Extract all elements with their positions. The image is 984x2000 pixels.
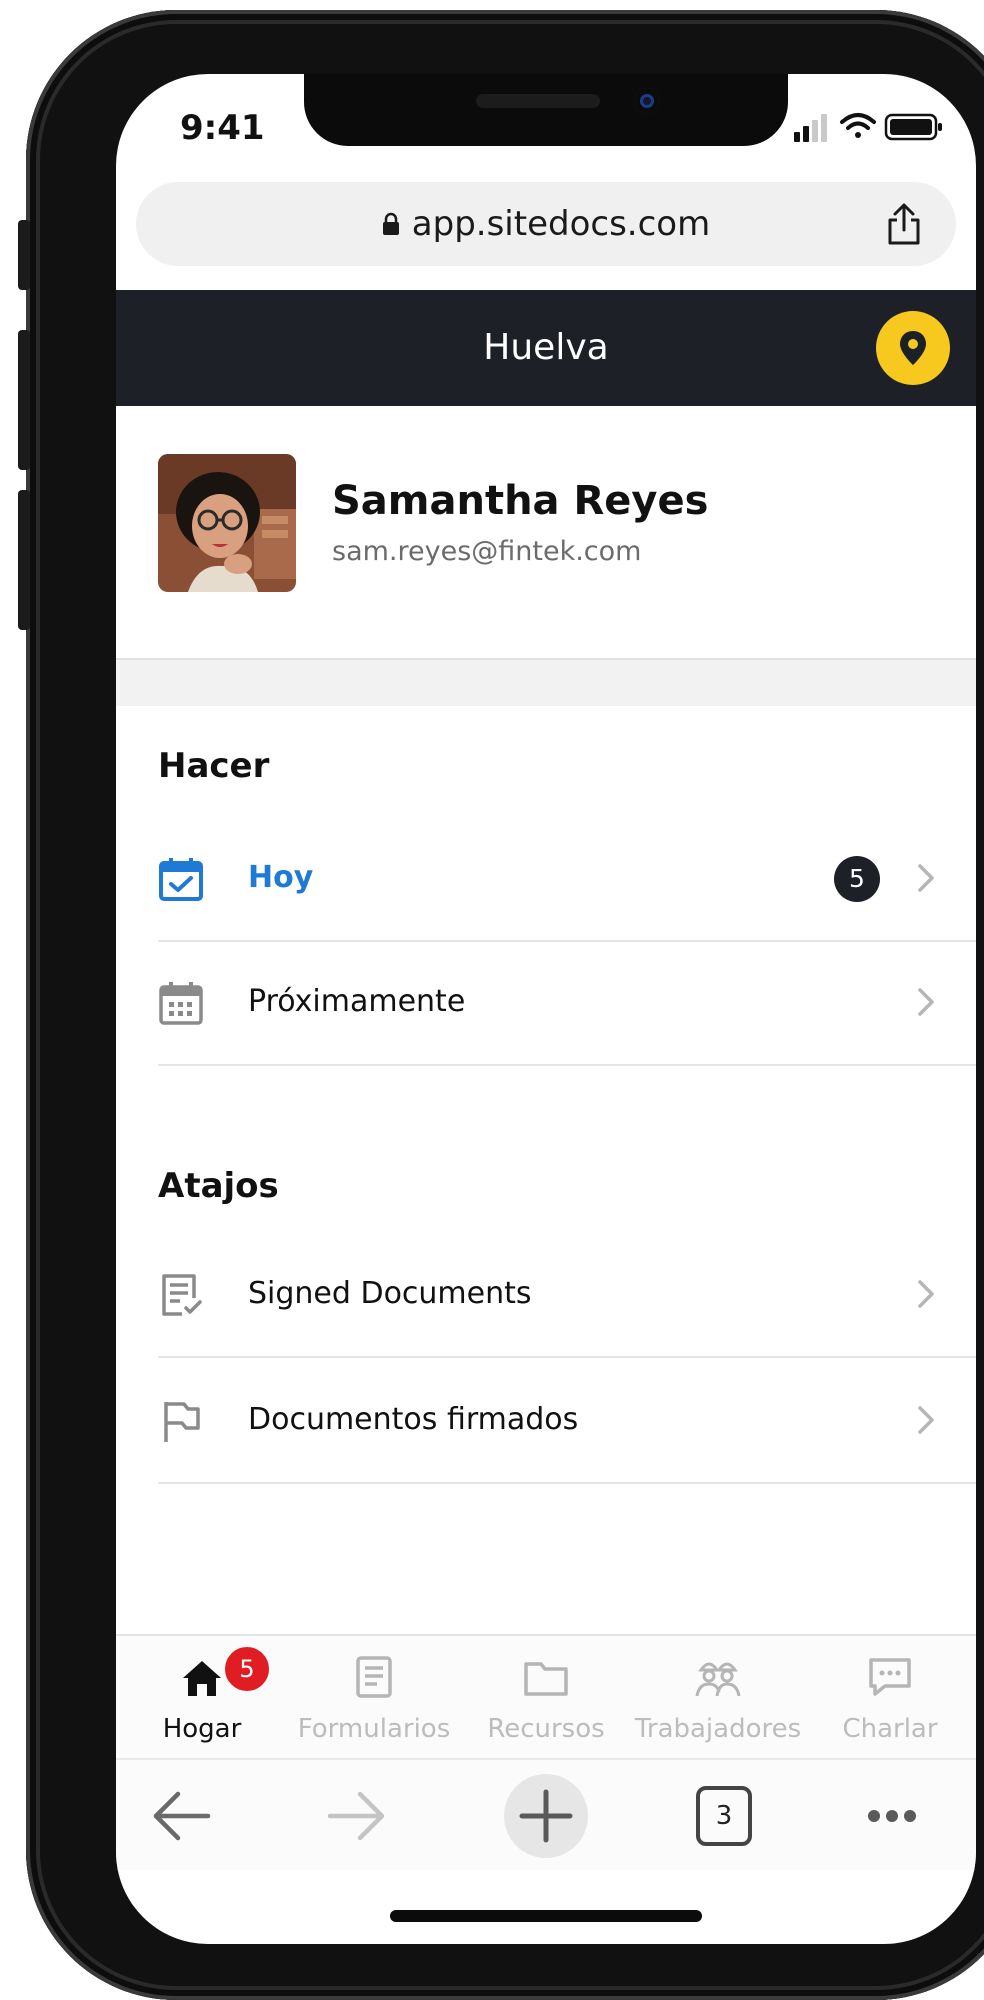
section-title-todo: Hacer <box>158 746 270 786</box>
mute-switch <box>18 220 30 290</box>
form-icon <box>356 1656 392 1698</box>
forward-arrow-icon[interactable] <box>312 1774 396 1858</box>
notch <box>304 74 788 146</box>
profile-email: sam.reyes@fintek.com <box>332 536 642 567</box>
tabs-count: 3 <box>715 1801 733 1831</box>
wifi-icon <box>840 113 876 138</box>
tab-forms-label: Formularios <box>297 1714 451 1744</box>
back-arrow-icon[interactable] <box>142 1774 226 1858</box>
plus-icon <box>519 1789 573 1843</box>
chevron-right-icon <box>918 988 934 1016</box>
location-button[interactable] <box>876 311 950 385</box>
tab-forms[interactable]: Formularios <box>288 1636 460 1760</box>
more-options-icon[interactable] <box>850 1774 934 1858</box>
bottom-tab-bar: 5 Hogar Formularios Recursos Trabajadore… <box>116 1634 976 1760</box>
url-text: app.sitedocs.com <box>411 204 711 244</box>
flag-icon <box>164 1402 200 1442</box>
browser-toolbar: 3 <box>116 1758 976 1870</box>
address-bar[interactable]: app.sitedocs.com <box>136 182 956 266</box>
map-pin-icon <box>900 331 926 365</box>
profile-card[interactable]: Samantha Reyes sam.reyes@fintek.com <box>116 406 976 658</box>
avatar <box>158 454 296 592</box>
tab-chat[interactable]: Charlar <box>804 1636 976 1760</box>
chevron-right-icon <box>918 864 934 892</box>
phone-frame: 9:41 app.sitedocs.com Huelva Samantha Re… <box>18 10 984 2000</box>
today-count-badge: 5 <box>834 856 880 902</box>
chat-icon <box>869 1658 911 1696</box>
status-icons <box>794 113 942 142</box>
profile-name: Samantha Reyes <box>332 478 709 524</box>
section-divider <box>116 658 976 706</box>
screen: 9:41 app.sitedocs.com Huelva Samantha Re… <box>116 74 976 1944</box>
chevron-right-icon <box>918 1406 934 1434</box>
calendar-grid-icon <box>159 982 203 1025</box>
tab-workers-label: Trabajadores <box>634 1714 802 1744</box>
battery-icon <box>884 113 942 141</box>
todo-item-today-label: Hoy <box>248 860 314 895</box>
status-time: 9:41 <box>180 108 265 148</box>
workers-icon <box>695 1662 741 1697</box>
home-badge: 5 <box>222 1644 272 1694</box>
home-icon <box>183 1661 221 1696</box>
tab-workers[interactable]: Trabajadores <box>632 1636 804 1760</box>
shortcut-signed-documents-label: Signed Documents <box>248 1276 532 1311</box>
chevron-right-icon <box>918 1280 934 1308</box>
home-indicator[interactable] <box>390 1910 702 1922</box>
tab-home[interactable]: 5 Hogar <box>116 1636 288 1760</box>
section-title-shortcuts: Atajos <box>158 1166 279 1206</box>
tab-home-label: Hogar <box>162 1714 242 1744</box>
tabs-button[interactable]: 3 <box>682 1774 766 1858</box>
new-tab-button[interactable] <box>504 1774 588 1858</box>
tab-resources-label: Recursos <box>487 1714 605 1744</box>
todo-item-upcoming[interactable]: Próximamente <box>158 940 976 1066</box>
volume-down-button <box>18 490 30 630</box>
share-icon[interactable] <box>886 202 922 246</box>
volume-up-button <box>18 330 30 470</box>
todo-item-today[interactable]: Hoy 5 <box>158 816 976 942</box>
location-header: Huelva <box>116 290 976 406</box>
signal-icon <box>794 114 827 142</box>
location-title: Huelva <box>483 327 609 368</box>
camera <box>634 88 660 114</box>
tab-resources[interactable]: Recursos <box>460 1636 632 1760</box>
speaker <box>476 94 600 108</box>
shortcut-documentos-firmados-label: Documentos firmados <box>248 1402 579 1437</box>
todo-item-upcoming-label: Próximamente <box>248 984 466 1019</box>
shortcut-signed-documents[interactable]: Signed Documents <box>158 1232 976 1358</box>
signed-document-icon <box>162 1274 202 1316</box>
folder-icon <box>524 1662 568 1696</box>
lock-icon <box>382 212 399 235</box>
shortcut-documentos-firmados[interactable]: Documentos firmados <box>158 1358 976 1484</box>
calendar-check-icon <box>159 858 203 901</box>
tab-chat-label: Charlar <box>842 1714 938 1744</box>
